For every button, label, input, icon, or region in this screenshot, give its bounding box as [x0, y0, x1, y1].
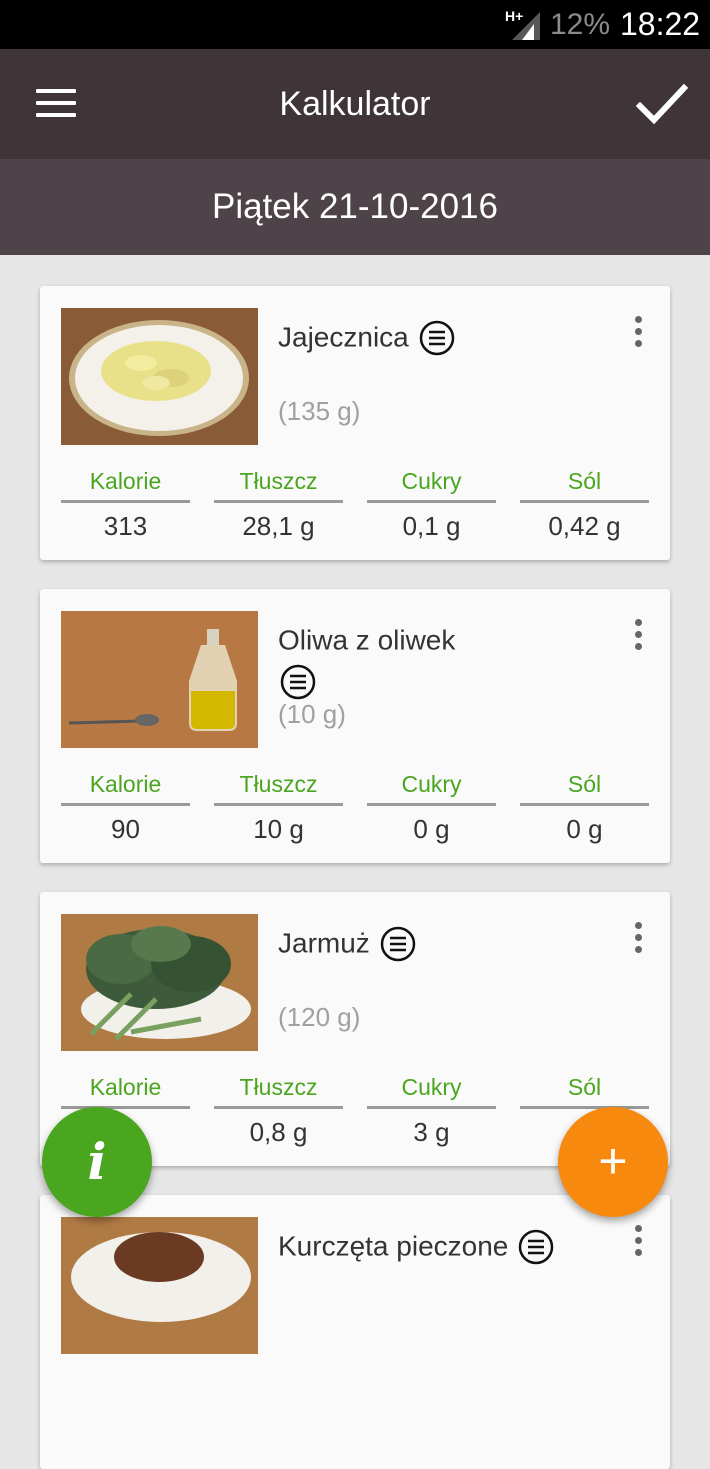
- check-icon[interactable]: [636, 82, 688, 126]
- nutrient-label: Tłuszcz: [239, 771, 318, 797]
- nutrient-sugar: Cukry 3 g: [367, 1072, 496, 1148]
- recipe-list-icon[interactable]: [518, 1229, 554, 1265]
- divider: [367, 803, 496, 806]
- divider: [61, 803, 190, 806]
- more-vert-icon[interactable]: [628, 316, 648, 356]
- nutrient-fat: Tłuszcz 10 g: [214, 769, 343, 845]
- nutrient-label: Cukry: [401, 771, 462, 797]
- nutrient-label: Sól: [567, 1074, 602, 1100]
- nutrient-label: Kalorie: [89, 771, 162, 797]
- nutrient-label: Tłuszcz: [239, 1074, 318, 1100]
- divider: [520, 803, 649, 806]
- plus-icon: +: [598, 1133, 628, 1189]
- recipe-list-icon[interactable]: [380, 926, 416, 962]
- meal-card[interactable]: Jajecznica (135 g) Kalorie 313 Tłuszcz 2…: [40, 286, 670, 560]
- divider: [214, 500, 343, 503]
- nutrient-fat: Tłuszcz 28,1 g: [214, 466, 343, 542]
- nutrient-label: Tłuszcz: [239, 468, 318, 494]
- nutrient-label: Kalorie: [89, 1074, 162, 1100]
- nutrient-sugar: Cukry 0 g: [367, 769, 496, 845]
- signal-icon: [512, 12, 540, 40]
- meal-name: Kurczęta pieczone: [278, 1225, 558, 1267]
- more-vert-icon[interactable]: [628, 1225, 648, 1265]
- nutrient-label: Kalorie: [89, 468, 162, 494]
- nutrient-label: Cukry: [401, 468, 462, 494]
- meal-card[interactable]: Kurczęta pieczone: [40, 1195, 670, 1469]
- divider: [520, 1106, 649, 1109]
- meal-photo: [61, 1217, 258, 1354]
- meal-name: Oliwa z oliwek: [278, 619, 478, 701]
- nutrient-value: 313: [103, 511, 148, 541]
- nutrient-value: 10 g: [253, 814, 304, 844]
- more-vert-icon[interactable]: [628, 922, 648, 962]
- divider: [367, 1106, 496, 1109]
- meal-portion: (135 g): [278, 396, 361, 426]
- info-icon: i: [87, 1132, 107, 1191]
- nutrient-sugar: Cukry 0,1 g: [367, 466, 496, 542]
- divider: [367, 500, 496, 503]
- divider: [61, 500, 190, 503]
- nutrient-salt: Sól 0,42 g: [520, 466, 649, 542]
- nutrient-value: 28,1 g: [242, 511, 315, 541]
- nutrient-calories: Kalorie 313: [61, 466, 190, 542]
- nutrient-calories: Kalorie 90: [61, 769, 190, 845]
- meal-name: Jarmuż: [278, 922, 478, 964]
- nutrient-label: Sól: [567, 771, 602, 797]
- recipe-list-icon[interactable]: [280, 664, 316, 700]
- nutrient-value: 0 g: [566, 814, 603, 844]
- meal-photo: [61, 308, 258, 445]
- meal-photo: [61, 611, 258, 748]
- divider: [214, 803, 343, 806]
- nutrient-value: 0 g: [413, 814, 450, 844]
- nutrient-salt: Sól 0 g: [520, 769, 649, 845]
- date-header: Piątek 21-10-2016: [0, 159, 710, 255]
- page-title: Kalkulator: [279, 85, 431, 123]
- nutrient-value: 3 g: [413, 1117, 450, 1147]
- clock: 18:22: [620, 6, 701, 42]
- info-fab-button[interactable]: i: [42, 1107, 152, 1217]
- battery-level: 12%: [550, 8, 611, 41]
- selected-date[interactable]: Piątek 21-10-2016: [0, 187, 710, 227]
- nutrient-value: 90: [111, 814, 140, 844]
- nutrient-value: 0,42 g: [548, 511, 621, 541]
- nutrient-value: 0,1 g: [402, 511, 461, 541]
- meal-portion: (10 g): [278, 699, 346, 729]
- recipe-list-icon[interactable]: [419, 320, 455, 356]
- divider: [214, 1106, 343, 1109]
- meal-portion: (120 g): [278, 1002, 361, 1032]
- meal-name: Jajecznica: [278, 316, 478, 358]
- nutrient-fat: Tłuszcz 0,8 g: [214, 1072, 343, 1148]
- meal-card[interactable]: Oliwa z oliwek (10 g) Kalorie 90 Tłuszcz…: [40, 589, 670, 863]
- app-toolbar: Kalkulator: [0, 49, 710, 159]
- more-vert-icon[interactable]: [628, 619, 648, 659]
- meal-photo: [61, 914, 258, 1051]
- divider: [520, 500, 649, 503]
- add-meal-fab-button[interactable]: +: [558, 1107, 668, 1217]
- nutrient-label: Cukry: [401, 1074, 462, 1100]
- nutrient-value: 0,8 g: [249, 1117, 308, 1147]
- status-bar: H+ 12% 18:22: [0, 0, 710, 49]
- nutrient-label: Sól: [567, 468, 602, 494]
